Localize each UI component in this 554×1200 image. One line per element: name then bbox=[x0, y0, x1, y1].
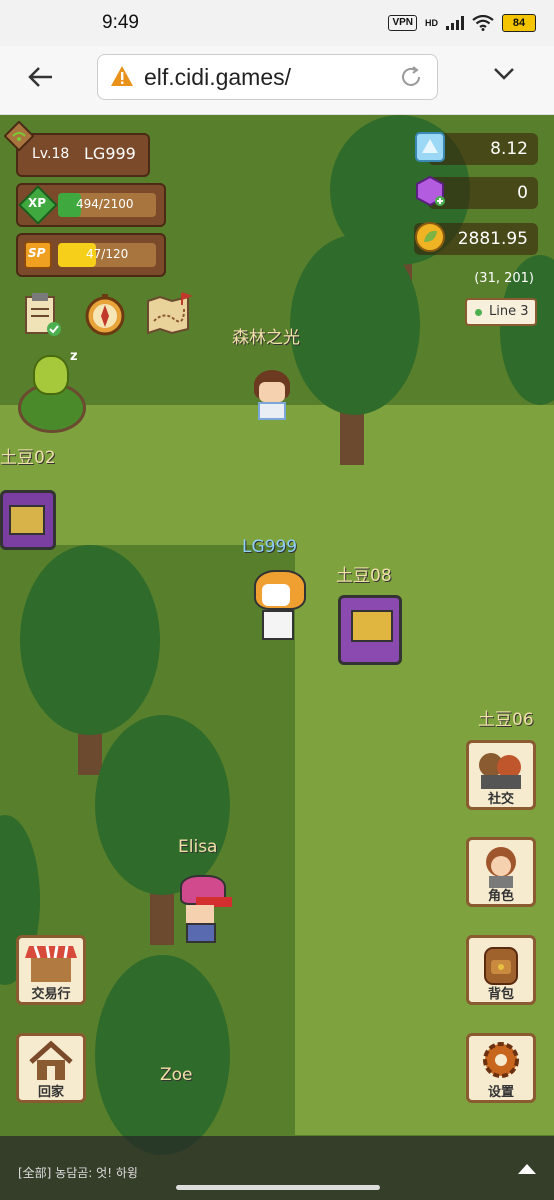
status-bar: 9:49 VPN HD 84 bbox=[0, 0, 554, 46]
character-label: 角色 bbox=[487, 889, 514, 904]
npc-name-elisa: Elisa bbox=[178, 837, 218, 857]
sp-value: 47/120 bbox=[86, 247, 129, 261]
gold-value: 2881.95 bbox=[457, 229, 528, 249]
chat-expand-icon[interactable] bbox=[516, 1160, 538, 1176]
character-button[interactable]: 角色 bbox=[466, 837, 536, 907]
browser-bar: elf.cidi.games/ bbox=[0, 46, 554, 115]
wifi-icon bbox=[472, 15, 494, 31]
home-button[interactable]: 回家 bbox=[16, 1033, 86, 1103]
warning-icon bbox=[111, 66, 133, 86]
map-icon[interactable] bbox=[144, 291, 194, 337]
xp-panel: XP 494/2100 bbox=[16, 183, 166, 227]
home-indicator bbox=[176, 1185, 380, 1190]
npc-name-potato06: 土豆06 bbox=[478, 710, 534, 730]
sleeping-pet-icon[interactable] bbox=[33, 355, 69, 395]
robot-character[interactable] bbox=[0, 490, 56, 550]
sp-label: SP bbox=[28, 246, 46, 260]
backpack-icon bbox=[484, 947, 518, 985]
home-label: 回家 bbox=[37, 1085, 64, 1100]
market-stall-icon bbox=[25, 945, 77, 982]
chevron-down-icon[interactable] bbox=[492, 66, 516, 82]
back-arrow-icon[interactable] bbox=[26, 62, 56, 92]
chat-message: [全部] 농담곰: 엇! 하윙 bbox=[18, 1166, 138, 1180]
compass-icon[interactable] bbox=[82, 291, 128, 337]
address-bar[interactable]: elf.cidi.games/ bbox=[97, 54, 438, 100]
reload-icon[interactable] bbox=[399, 65, 423, 89]
chat-bar[interactable]: [全部] 농담곰: 엇! 하윙 bbox=[0, 1136, 554, 1200]
tree bbox=[20, 545, 160, 735]
quest-scroll-icon[interactable] bbox=[20, 291, 64, 339]
url-text: elf.cidi.games/ bbox=[144, 64, 292, 90]
sleep-z-icon: z bbox=[70, 349, 78, 364]
npc-name-forest-light: 森林之光 bbox=[232, 328, 300, 348]
hd-badge: HD bbox=[425, 18, 438, 28]
social-label: 社交 bbox=[487, 792, 514, 807]
xp-value: 494/2100 bbox=[76, 197, 134, 211]
player-name: LG999 bbox=[84, 144, 136, 163]
status-icons: VPN HD 84 bbox=[388, 14, 536, 32]
player-character[interactable] bbox=[250, 370, 294, 422]
social-icon bbox=[479, 753, 521, 789]
tree bbox=[290, 235, 420, 415]
tiger-hood-character[interactable] bbox=[252, 570, 308, 646]
gem-value: 0 bbox=[517, 183, 528, 203]
home-icon bbox=[29, 1040, 73, 1080]
purple-gem-icon[interactable] bbox=[414, 175, 446, 207]
tree bbox=[95, 955, 230, 1155]
gear-icon bbox=[483, 1042, 519, 1078]
npc-name-zoe: Zoe bbox=[160, 1065, 193, 1085]
trade-label: 交易行 bbox=[31, 987, 71, 1002]
gold-leaf-coin-icon bbox=[415, 222, 445, 252]
trade-button[interactable]: 交易行 bbox=[16, 935, 86, 1005]
level-text: Lv.18 bbox=[32, 146, 70, 162]
coordinates: (31, 201) bbox=[474, 271, 534, 286]
backpack-label: 背包 bbox=[487, 987, 514, 1002]
line-status-dot bbox=[475, 309, 482, 316]
crystal-icon bbox=[415, 132, 445, 162]
social-button[interactable]: 社交 bbox=[466, 740, 536, 810]
settings-button[interactable]: 设置 bbox=[466, 1033, 536, 1103]
npc-name-potato08: 土豆08 bbox=[336, 566, 392, 586]
player-name-tag: LG999 bbox=[242, 537, 298, 557]
sp-bar-track: 47/120 bbox=[58, 243, 156, 267]
level-panel[interactable]: Lv.18 LG999 bbox=[16, 133, 150, 177]
sp-panel: SP 47/120 bbox=[16, 233, 166, 277]
battery-icon: 84 bbox=[502, 14, 536, 32]
vpn-badge: VPN bbox=[388, 15, 417, 31]
character-icon bbox=[486, 847, 516, 888]
crystal-value: 8.12 bbox=[490, 139, 528, 159]
elisa-character[interactable] bbox=[176, 875, 232, 945]
backpack-button[interactable]: 背包 bbox=[466, 935, 536, 1005]
npc-name-potato02: 土豆02 bbox=[0, 448, 56, 468]
settings-label: 设置 bbox=[487, 1085, 514, 1100]
robot-character[interactable] bbox=[338, 595, 402, 665]
xp-label: XP bbox=[28, 196, 47, 210]
signal-icon bbox=[446, 16, 464, 30]
line-selector[interactable]: Line 3 bbox=[465, 298, 537, 326]
status-time: 9:49 bbox=[102, 12, 139, 33]
game-canvas[interactable]: Lv.18 LG999 XP 494/2100 SP 47/120 z 8.12… bbox=[0, 115, 554, 1200]
xp-bar-track: 494/2100 bbox=[58, 193, 156, 217]
wifi-badge-icon bbox=[4, 121, 34, 151]
tree bbox=[95, 715, 230, 895]
line-label: Line 3 bbox=[489, 304, 529, 319]
